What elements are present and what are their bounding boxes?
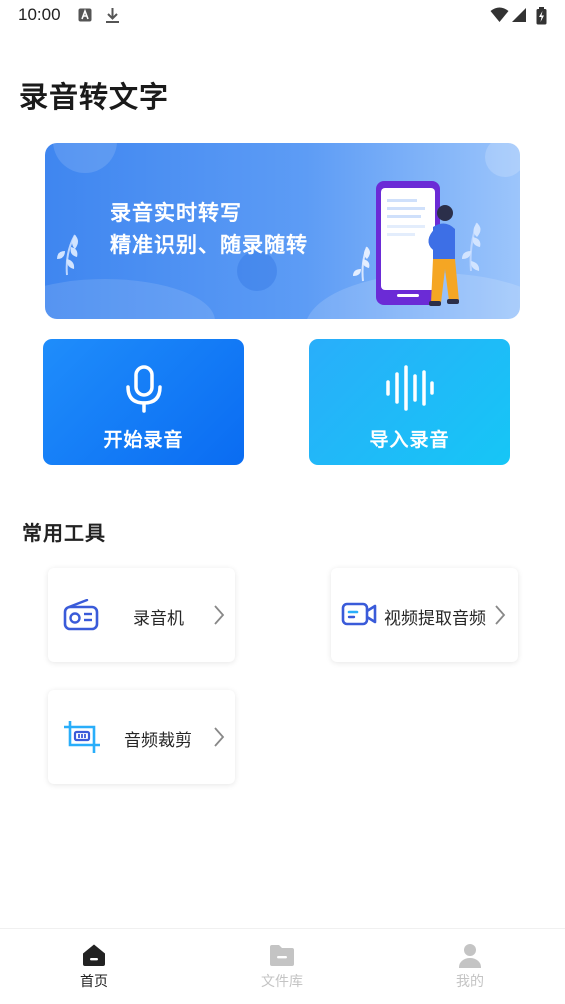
nav-mine[interactable]: 我的: [420, 929, 520, 1004]
tool-video-extract-audio-label: 视频提取音频: [384, 609, 486, 629]
chevron-right-icon: [213, 726, 225, 752]
tool-recorder[interactable]: 录音机: [48, 568, 235, 662]
tool-audio-crop[interactable]: 音频裁剪: [48, 690, 235, 784]
tools-section-title: 常用工具: [22, 521, 106, 545]
import-recording-button[interactable]: 导入录音: [309, 339, 510, 465]
folder-icon: [269, 943, 295, 971]
a-notification-icon: [78, 7, 92, 26]
battery-charging-icon: [536, 7, 547, 29]
nav-home[interactable]: 首页: [44, 929, 144, 1004]
tool-video-extract-audio[interactable]: 视频提取音频: [331, 568, 518, 662]
start-recording-label: 开始录音: [103, 429, 184, 451]
waveform-icon: [385, 365, 435, 415]
import-recording-label: 导入录音: [369, 429, 450, 451]
nav-home-label: 首页: [80, 974, 108, 990]
microphone-icon: [124, 365, 164, 417]
crop-icon: [63, 720, 101, 758]
promo-banner[interactable]: 录音实时转写 精准识别、随录随转: [45, 143, 520, 319]
page-title: 录音转文字: [19, 80, 170, 114]
tool-audio-crop-label: 音频裁剪: [124, 731, 192, 751]
signal-icon: [511, 7, 527, 27]
banner-headline: 录音实时转写: [110, 201, 242, 225]
download-icon: [105, 7, 120, 28]
bottom-nav: 首页 文件库 我的: [0, 928, 565, 1004]
chevron-right-icon: [494, 604, 506, 630]
wifi-icon: [490, 7, 509, 27]
video-camera-icon: [341, 601, 377, 631]
nav-file-library[interactable]: 文件库: [232, 929, 332, 1004]
nav-mine-label: 我的: [456, 974, 484, 990]
start-recording-button[interactable]: 开始录音: [43, 339, 244, 465]
status-time: 10:00: [18, 5, 61, 24]
tool-recorder-label: 录音机: [133, 609, 184, 629]
radio-icon: [63, 598, 99, 635]
nav-file-library-label: 文件库: [261, 974, 303, 990]
banner-subheadline: 精准识别、随录随转: [110, 233, 308, 257]
status-bar: 10:00: [0, 0, 565, 32]
chevron-right-icon: [213, 604, 225, 630]
person-icon: [458, 943, 482, 973]
home-icon: [82, 943, 106, 971]
